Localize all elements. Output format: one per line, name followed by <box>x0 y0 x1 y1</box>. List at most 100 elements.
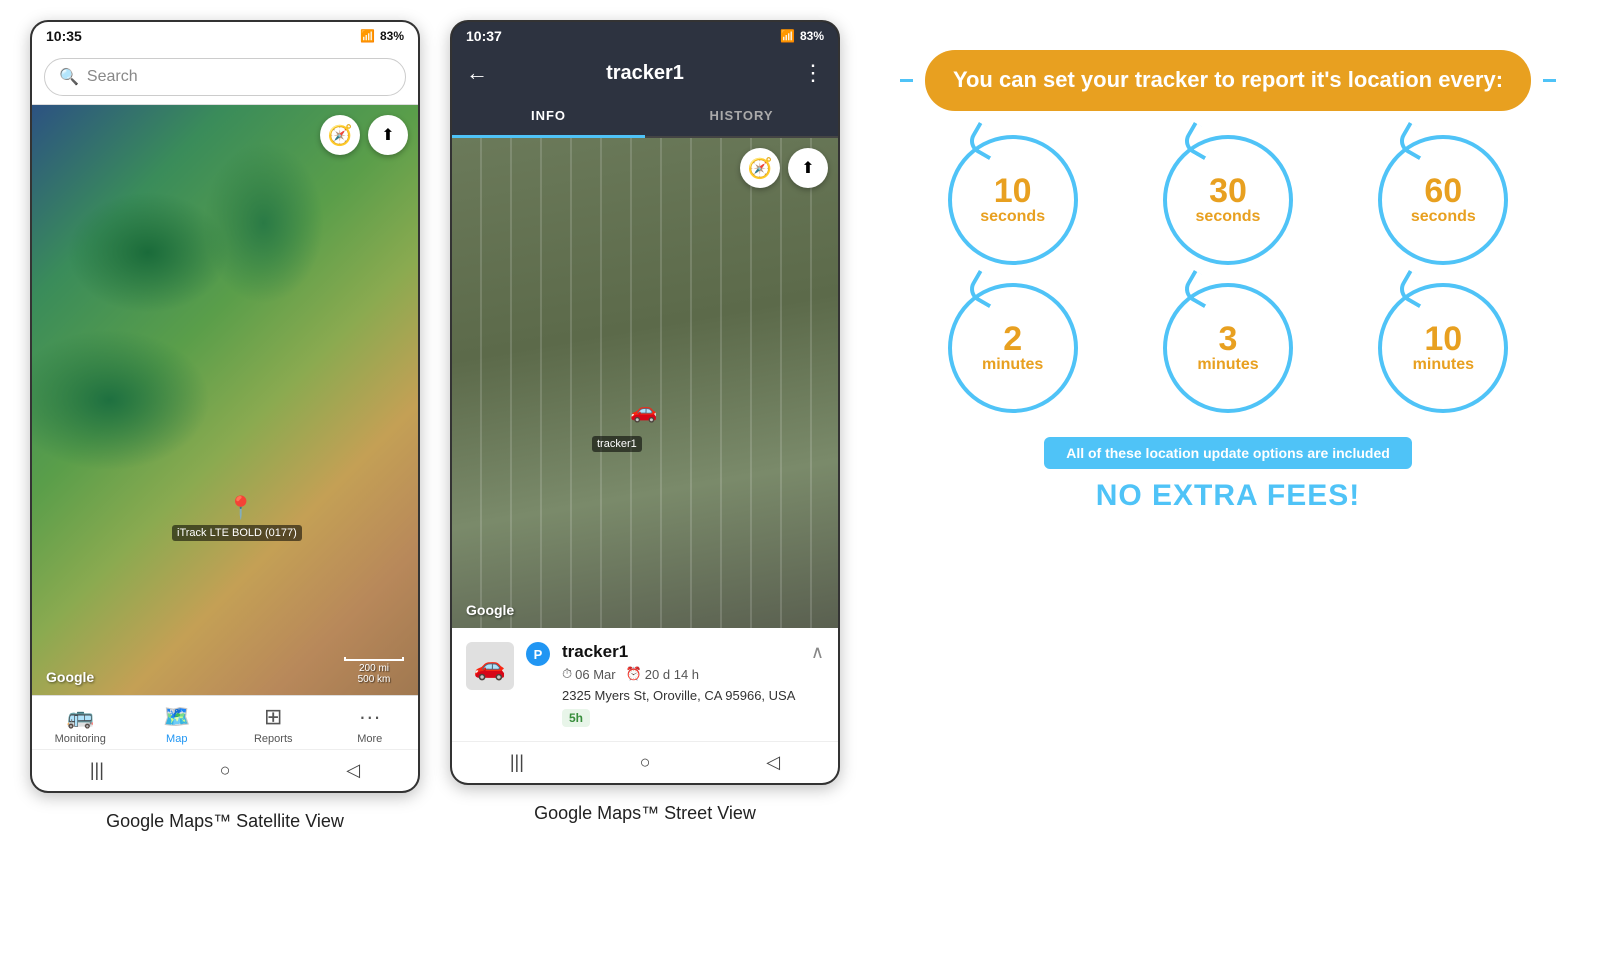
tracker-info-row: 🚗 P tracker1 ⏱ 06 Mar ⏰ 20 d 14 h <box>466 642 824 727</box>
phone1-compass-btn[interactable]: 🧭 <box>320 115 360 155</box>
circle-10s-unit: seconds <box>980 208 1045 226</box>
tab-history-label: HISTORY <box>709 108 773 123</box>
phone2-sys-home[interactable]: ○ <box>640 752 651 773</box>
sys-back-btn[interactable]: ||| <box>90 760 104 781</box>
phone1-map: 🧭 ⬆ 📍 iTrack LTE BOLD (0177) Google 200 … <box>32 105 418 695</box>
phone1-screen: 10:35 📶 83% 🔍 Search 🧭 ⬆ 📍 <box>30 20 420 793</box>
circle-2m-unit: minutes <box>982 356 1043 374</box>
phone1-search-input[interactable]: 🔍 Search <box>44 58 406 96</box>
headline-row: You can set your tracker to report it's … <box>900 50 1556 111</box>
tab-history[interactable]: HISTORY <box>645 96 838 136</box>
circle-30s: 30 seconds <box>1125 135 1330 265</box>
phone2-time: 10:37 <box>466 28 502 44</box>
circles-grid: 10 seconds 30 seconds 60 seconds 2 <box>900 135 1556 413</box>
search-icon: 🔍 <box>59 67 79 87</box>
headline-line-right <box>1543 79 1556 82</box>
circle-30s-ring: 30 seconds <box>1163 135 1293 265</box>
circle-60s-ring: 60 seconds <box>1378 135 1508 265</box>
circle-60s: 60 seconds <box>1341 135 1546 265</box>
circle-10m-number: 10 <box>1424 322 1462 356</box>
circle-3m-number: 3 <box>1219 322 1238 356</box>
phone1-location-btn[interactable]: ⬆ <box>368 115 408 155</box>
phone1-status-icons: 📶 83% <box>360 29 404 43</box>
circle-60s-unit: seconds <box>1411 208 1476 226</box>
tracker-date: ⏱ 06 Mar <box>562 666 616 682</box>
phone2-wifi-icon: 📶 <box>780 29 795 43</box>
scale-500km: 500 km <box>344 674 404 685</box>
phone2-sys-recents[interactable]: ◁ <box>766 752 780 773</box>
phone2-compass-btn[interactable]: 🧭 <box>740 148 780 188</box>
circle-30s-unit: seconds <box>1196 208 1261 226</box>
circle-2m: 2 minutes <box>910 283 1115 413</box>
sys-home-btn[interactable]: ○ <box>220 760 231 781</box>
phone2-map-label: tracker1 <box>592 436 642 452</box>
nav-more[interactable]: ··· More <box>335 704 405 745</box>
no-fees-text: NO EXTRA FEES! <box>1096 479 1361 513</box>
headline-line-left <box>900 79 913 82</box>
phone2-sys-back[interactable]: ||| <box>510 752 524 773</box>
phone2-tabs: INFO HISTORY <box>452 96 838 138</box>
map-icon: 🗺️ <box>163 704 190 730</box>
circle-2m-number: 2 <box>1003 322 1022 356</box>
monitoring-icon: 🚌 <box>67 704 94 730</box>
sys-recents-btn[interactable]: ◁ <box>346 760 360 781</box>
nav-map-label: Map <box>166 733 187 745</box>
reports-icon: ⊞ <box>264 704 282 730</box>
menu-dots-icon[interactable]: ⋮ <box>802 60 824 86</box>
clock-icon: ⏱ <box>562 666 572 682</box>
circle-10m-ring: 10 minutes <box>1378 283 1508 413</box>
circle-10s-number: 10 <box>994 174 1032 208</box>
back-arrow-icon[interactable]: ← <box>466 60 488 86</box>
phone1-google-watermark: Google <box>46 669 94 685</box>
circle-10s: 10 seconds <box>910 135 1115 265</box>
circle-10s-ring: 10 seconds <box>948 135 1078 265</box>
phone2-location-btn[interactable]: ⬆ <box>788 148 828 188</box>
circle-3m-ring: 3 minutes <box>1163 283 1293 413</box>
phone2-system-nav: ||| ○ ◁ <box>452 741 838 783</box>
nav-monitoring-label: Monitoring <box>55 733 106 745</box>
nav-more-label: More <box>357 733 382 745</box>
headline-box: You can set your tracker to report it's … <box>925 50 1531 111</box>
phone2-map: 🧭 ⬆ 🚗 tracker1 Google <box>452 138 838 628</box>
nav-reports[interactable]: ⊞ Reports <box>238 704 308 745</box>
search-placeholder: Search <box>87 68 138 86</box>
circle-3m-unit: minutes <box>1197 356 1258 374</box>
phone1-status-bar: 10:35 📶 83% <box>32 22 418 50</box>
tracker-duration: ⏰ 20 d 14 h <box>626 666 699 682</box>
tracker-image: 🚗 <box>466 642 514 690</box>
phone1-wrapper: 10:35 📶 83% 🔍 Search 🧭 ⬆ 📍 <box>30 20 420 832</box>
phone1-time: 10:35 <box>46 28 82 44</box>
nav-monitoring[interactable]: 🚌 Monitoring <box>45 704 115 745</box>
tab-info[interactable]: INFO <box>452 96 645 138</box>
circle-10m: 10 minutes <box>1341 283 1546 413</box>
nav-map[interactable]: 🗺️ Map <box>142 704 212 745</box>
phone1-wifi-icon: 📶 <box>360 29 375 43</box>
phone2-battery-icon: 83% <box>800 29 824 43</box>
phone2-screen: 10:37 📶 83% ← tracker1 ⋮ INFO HISTORY <box>450 20 840 785</box>
circle-30s-number: 30 <box>1209 174 1247 208</box>
circle-60s-number: 60 <box>1424 174 1462 208</box>
info-panel: You can set your tracker to report it's … <box>870 20 1586 533</box>
phone1-search-bar: 🔍 Search <box>32 50 418 105</box>
phone2-tracker-title: tracker1 <box>606 62 684 85</box>
phone2-google-watermark: Google <box>466 602 514 618</box>
collapse-icon[interactable]: ∧ <box>811 642 824 663</box>
tracker-details: tracker1 ⏱ 06 Mar ⏰ 20 d 14 h 2325 Mye <box>562 642 799 727</box>
phone1-battery-icon: 83% <box>380 29 404 43</box>
nav-reports-label: Reports <box>254 733 293 745</box>
phone1-caption: Google Maps™ Satellite View <box>106 811 344 832</box>
phone2-caption: Google Maps™ Street View <box>534 803 756 824</box>
phone1-tracker-pin: 📍 <box>227 495 254 521</box>
phone2-tracker-header: ← tracker1 ⋮ <box>452 50 838 96</box>
headline-text: You can set your tracker to report it's … <box>953 66 1503 95</box>
tracker-p-badge: P <box>526 642 550 666</box>
circle-3m: 3 minutes <box>1125 283 1330 413</box>
scale-200mi: 200 mi <box>344 663 404 674</box>
tracker-meta: ⏱ 06 Mar ⏰ 20 d 14 h <box>562 666 799 682</box>
phone2-status-icons: 📶 83% <box>780 29 824 43</box>
more-icon: ··· <box>359 704 381 730</box>
tracker-badge: 5h <box>562 709 590 727</box>
phone1-map-scale: 200 mi 500 km <box>344 657 404 685</box>
phone1-system-nav: ||| ○ ◁ <box>32 749 418 791</box>
tracker-address: 2325 Myers St, Oroville, CA 95966, USA <box>562 688 799 703</box>
